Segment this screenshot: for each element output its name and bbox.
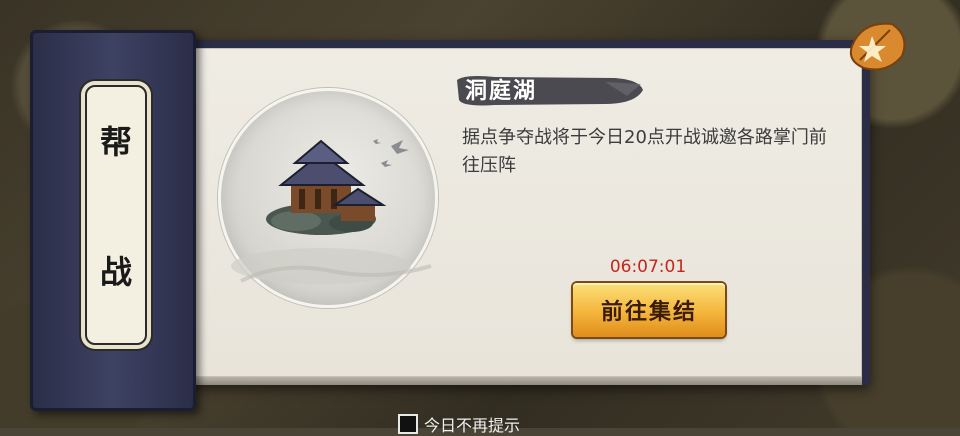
event-description: 据点争夺战将于今日20点开战诚邀各路掌门前往压阵	[462, 127, 827, 176]
go-assemble-button[interactable]: 前往集结	[573, 283, 725, 337]
guild-war-banner: 帮 战	[30, 30, 196, 411]
countdown-timer: 06:07:01	[609, 257, 687, 277]
pavilion-illustration	[231, 139, 432, 284]
location-title-ribbon: 洞庭湖	[455, 74, 645, 108]
location-medallion	[218, 88, 438, 308]
dont-remind-checkbox[interactable]	[398, 414, 418, 434]
banner-char-bottom: 战	[99, 253, 132, 291]
dont-remind-today[interactable]: 今日不再提示	[398, 414, 521, 435]
banner-label-strip: 帮 战	[85, 85, 147, 345]
dialog-bottom-edge	[168, 377, 862, 385]
location-title: 洞庭湖	[465, 78, 538, 104]
dont-remind-label: 今日不再提示	[424, 416, 521, 435]
leaf-emblem-icon	[842, 16, 912, 76]
banner-char-top: 帮	[99, 123, 132, 161]
